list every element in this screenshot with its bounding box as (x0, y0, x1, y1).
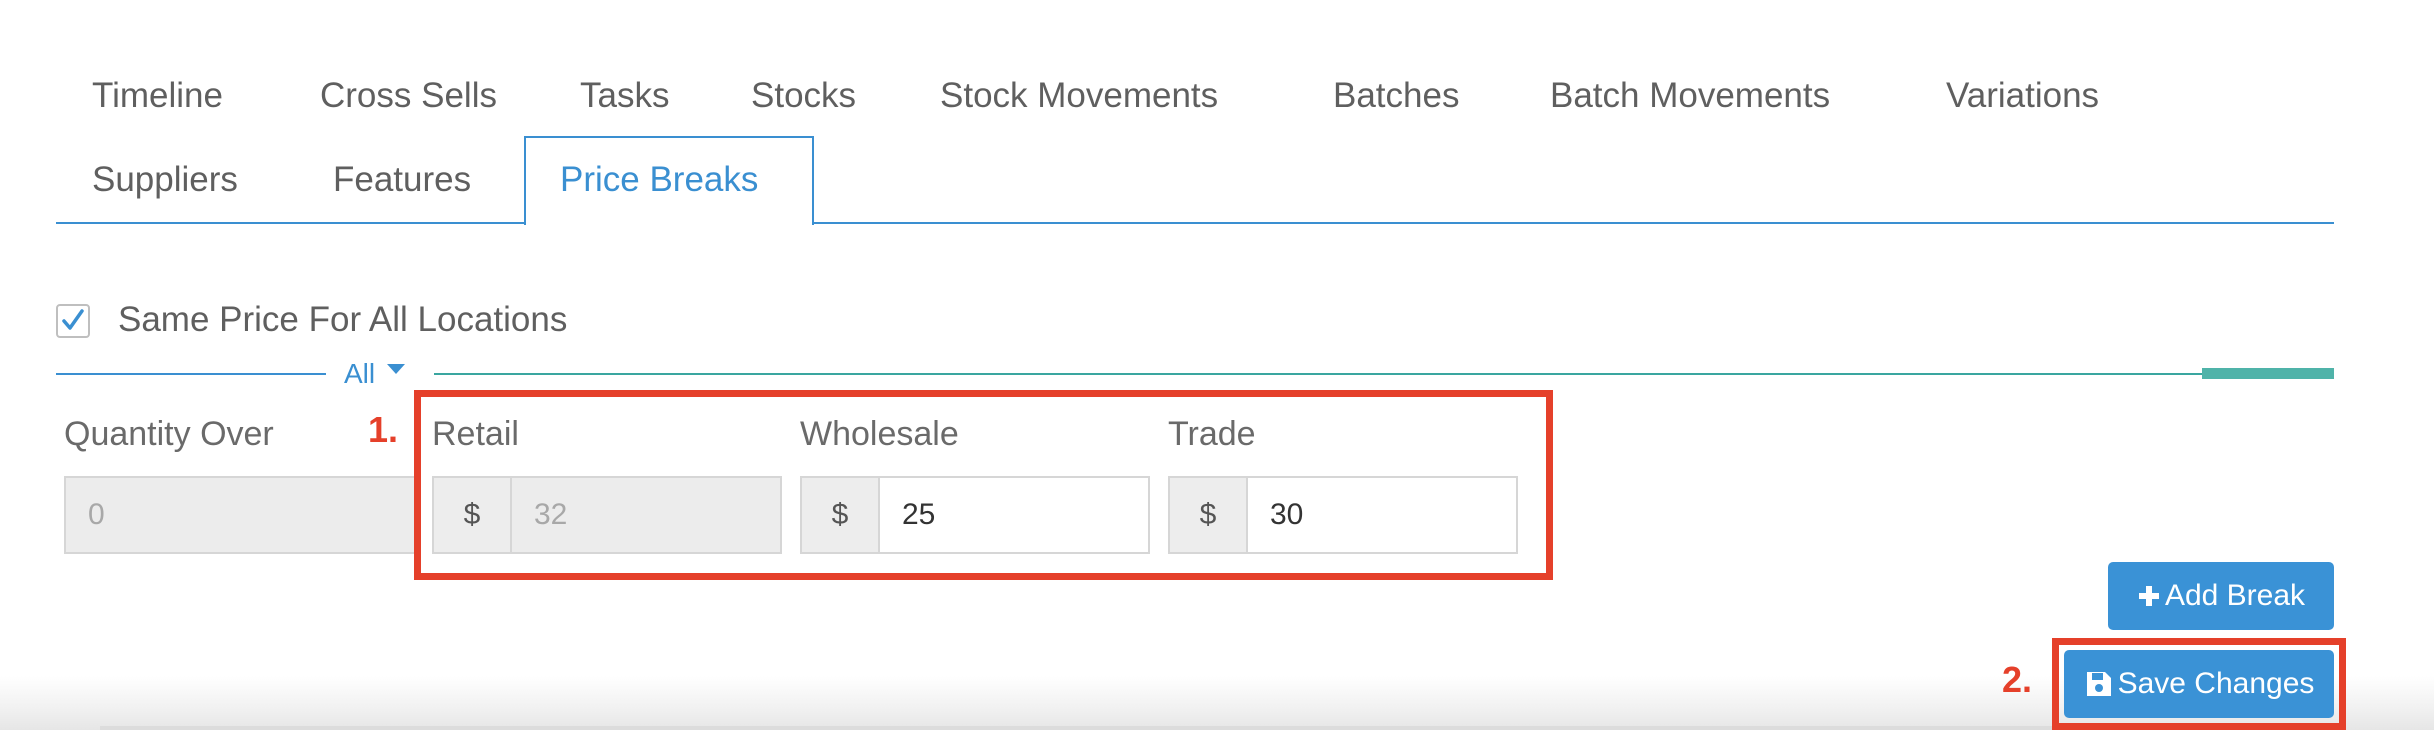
wholesale-label: Wholesale (800, 415, 959, 453)
retail-label: Retail (432, 415, 519, 453)
retail-input[interactable]: 32 (510, 476, 782, 554)
annotation-number-2: 2. (2002, 659, 2033, 700)
trade-currency-addon: $ (1168, 476, 1246, 554)
retail-input-group: $ 32 (432, 476, 782, 554)
wholesale-currency-addon: $ (800, 476, 878, 554)
tab-price-breaks[interactable]: Price Breaks (560, 150, 758, 210)
add-break-label: Add Break (2164, 579, 2306, 612)
quantity-over-label: Quantity Over (64, 415, 274, 453)
same-price-label[interactable]: Same Price For All Locations (118, 296, 567, 344)
add-break-button[interactable]: Add Break (2108, 562, 2334, 630)
tab-variations[interactable]: Variations (1946, 66, 2099, 126)
footer-rule (100, 726, 2100, 730)
save-changes-button[interactable]: Save Changes (2064, 650, 2334, 718)
location-dropdown[interactable]: All (344, 356, 406, 392)
annotation-number-1: 1. (368, 409, 399, 450)
checkmark-icon (62, 309, 84, 330)
save-icon (2086, 672, 2111, 696)
location-dropdown-value: All (344, 358, 376, 389)
trade-input[interactable]: 30 (1246, 476, 1518, 554)
trade-input-group: $ 30 (1168, 476, 1518, 554)
tab-tasks[interactable]: Tasks (580, 66, 669, 126)
tab-suppliers[interactable]: Suppliers (92, 150, 238, 210)
caret-down-icon (387, 364, 406, 374)
tab-batches[interactable]: Batches (1333, 66, 1459, 126)
tabs-underline (56, 222, 2334, 224)
trade-label: Trade (1168, 415, 1256, 453)
tab-cross-sells[interactable]: Cross Sells (320, 66, 497, 126)
location-divider-accent (2202, 368, 2334, 379)
retail-currency-addon: $ (432, 476, 510, 554)
wholesale-input[interactable]: 25 (878, 476, 1150, 554)
same-price-checkbox[interactable] (56, 304, 90, 338)
plus-icon (2138, 586, 2159, 606)
tab-batch-movements[interactable]: Batch Movements (1550, 66, 1830, 126)
save-changes-label: Save Changes (2117, 667, 2315, 700)
tab-features[interactable]: Features (333, 150, 471, 210)
tab-stocks[interactable]: Stocks (751, 66, 856, 126)
tab-stock-movements[interactable]: Stock Movements (940, 66, 1218, 126)
location-divider-right (434, 373, 2214, 375)
tabs-underline-gap (526, 221, 812, 225)
tab-timeline[interactable]: Timeline (92, 66, 223, 126)
wholesale-input-group: $ 25 (800, 476, 1150, 554)
location-divider-left (56, 373, 326, 375)
quantity-over-input[interactable]: 0 (64, 476, 416, 554)
